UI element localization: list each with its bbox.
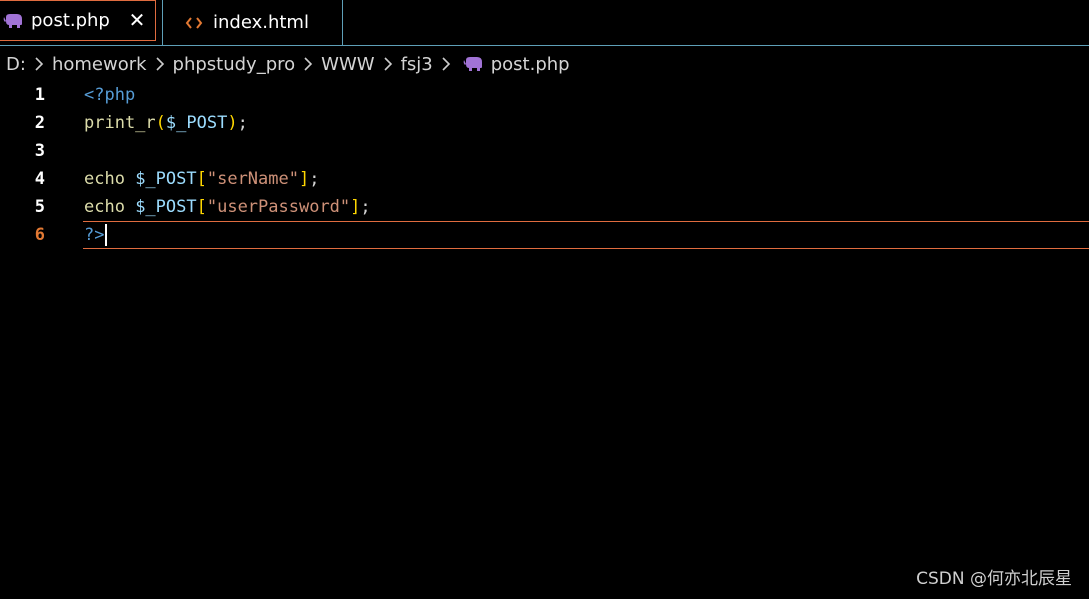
php-elephant-icon [463,57,482,71]
code-token: $_POST [135,197,197,217]
text-cursor [105,224,108,246]
code-token: ; [237,113,248,133]
html-code-icon [185,16,203,29]
code-token: ] [350,197,361,217]
code-line[interactable]: 1 <?php [0,81,1089,109]
line-number: 3 [34,141,45,161]
chevron-right-icon [35,57,44,71]
code-token: echo [84,169,136,189]
breadcrumb-item-homework[interactable]: homework [52,54,147,75]
tab-label: post.php [31,10,110,31]
code-token: "userPassword" [206,197,351,217]
code-text: print_r($_POST); [84,109,248,137]
code-line[interactable]: 4 echo $_POST["serName"]; [0,165,1089,193]
code-token: echo [84,197,136,217]
tab-bar: post.php ✕ index.html [0,0,1089,46]
line-number: 5 [34,197,45,217]
chevron-right-icon [304,57,313,71]
tab-label: index.html [213,12,309,33]
breadcrumb-item-www[interactable]: WWW [321,54,374,75]
line-number: 4 [34,169,45,189]
code-token: ; [360,197,371,217]
chevron-right-icon [442,57,450,71]
code-token: ) [227,113,238,133]
code-token: ] [298,169,310,189]
breadcrumb: D: homework phpstudy_pro WWW fsj3 post.p… [0,50,1089,78]
code-token: ?> [84,225,105,245]
code-token: ( [155,113,166,133]
code-token: $_POST [135,169,197,189]
watermark: CSDN @何亦北辰星 [916,569,1072,589]
code-token: ; [309,169,320,189]
tab-index-html[interactable]: index.html [162,0,343,45]
code-line[interactable]: 5 echo $_POST["userPassword"]; [0,193,1089,221]
code-token: <?php [84,85,136,105]
breadcrumb-item-file[interactable]: post.php [491,54,570,75]
code-token: $_POST [165,113,228,133]
code-editor[interactable]: 1 <?php 2 print_r($_POST); 3 4 echo $_POST["se… [0,80,1089,560]
code-line[interactable]: 2 print_r($_POST); [0,109,1089,137]
chevron-right-icon [155,57,164,71]
code-token: [ [196,197,207,217]
code-token: print_r [84,113,156,133]
breadcrumb-item-drive[interactable]: D: [6,54,26,75]
breadcrumb-item-fsj3[interactable]: fsj3 [401,54,433,75]
code-text: echo $_POST["userPassword"]; [84,193,371,221]
code-line[interactable]: 3 [0,137,1089,165]
chevron-right-icon [383,57,392,71]
code-text: <?php [84,81,135,109]
breadcrumb-item-phpstudy-pro[interactable]: phpstudy_pro [173,54,296,75]
line-number: 1 [34,85,45,105]
line-number: 2 [34,113,45,133]
code-text: echo $_POST["serName"]; [84,165,319,193]
tab-post-php[interactable]: post.php ✕ [0,0,156,41]
code-line[interactable]: 6 ?> [0,221,1089,249]
line-number: 6 [34,225,45,245]
code-token: "serName" [206,169,299,189]
code-token: [ [196,169,207,189]
close-icon[interactable]: ✕ [127,8,147,32]
code-text: ?> [84,221,108,249]
php-elephant-icon [3,13,22,28]
